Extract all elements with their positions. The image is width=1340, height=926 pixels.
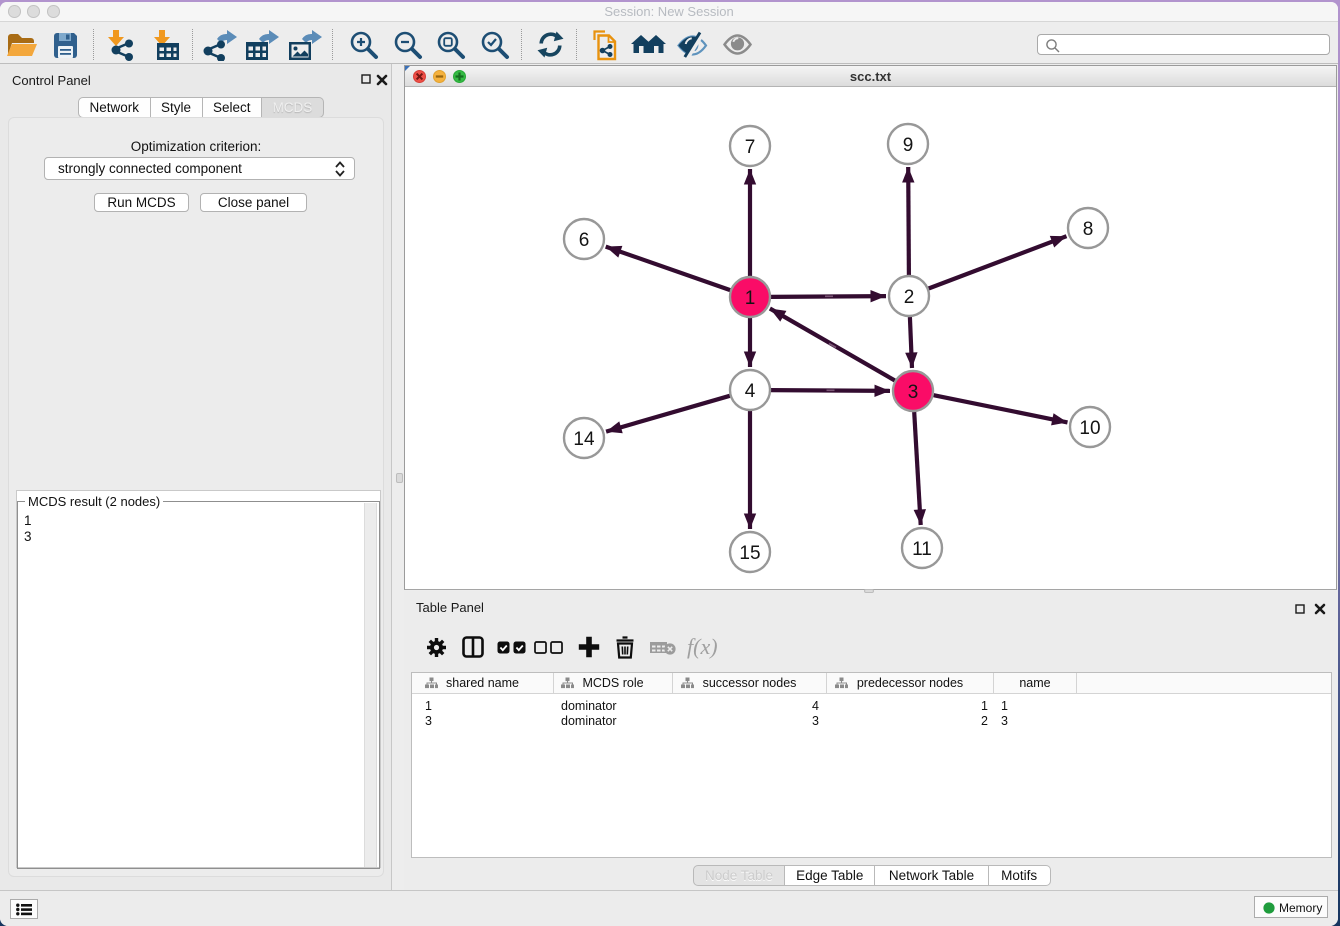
svg-text:3: 3 bbox=[908, 382, 919, 403]
svg-text:11: 11 bbox=[912, 539, 932, 560]
svg-text:15: 15 bbox=[739, 543, 760, 564]
svg-text:1: 1 bbox=[745, 288, 756, 309]
svg-text:6: 6 bbox=[579, 230, 590, 251]
svg-text:2: 2 bbox=[904, 287, 915, 308]
svg-text:9: 9 bbox=[903, 135, 914, 156]
svg-text:8: 8 bbox=[1083, 219, 1094, 240]
svg-text:10: 10 bbox=[1079, 418, 1100, 439]
svg-text:4: 4 bbox=[745, 381, 756, 402]
svg-text:14: 14 bbox=[573, 429, 595, 450]
svg-text:7: 7 bbox=[745, 137, 756, 158]
